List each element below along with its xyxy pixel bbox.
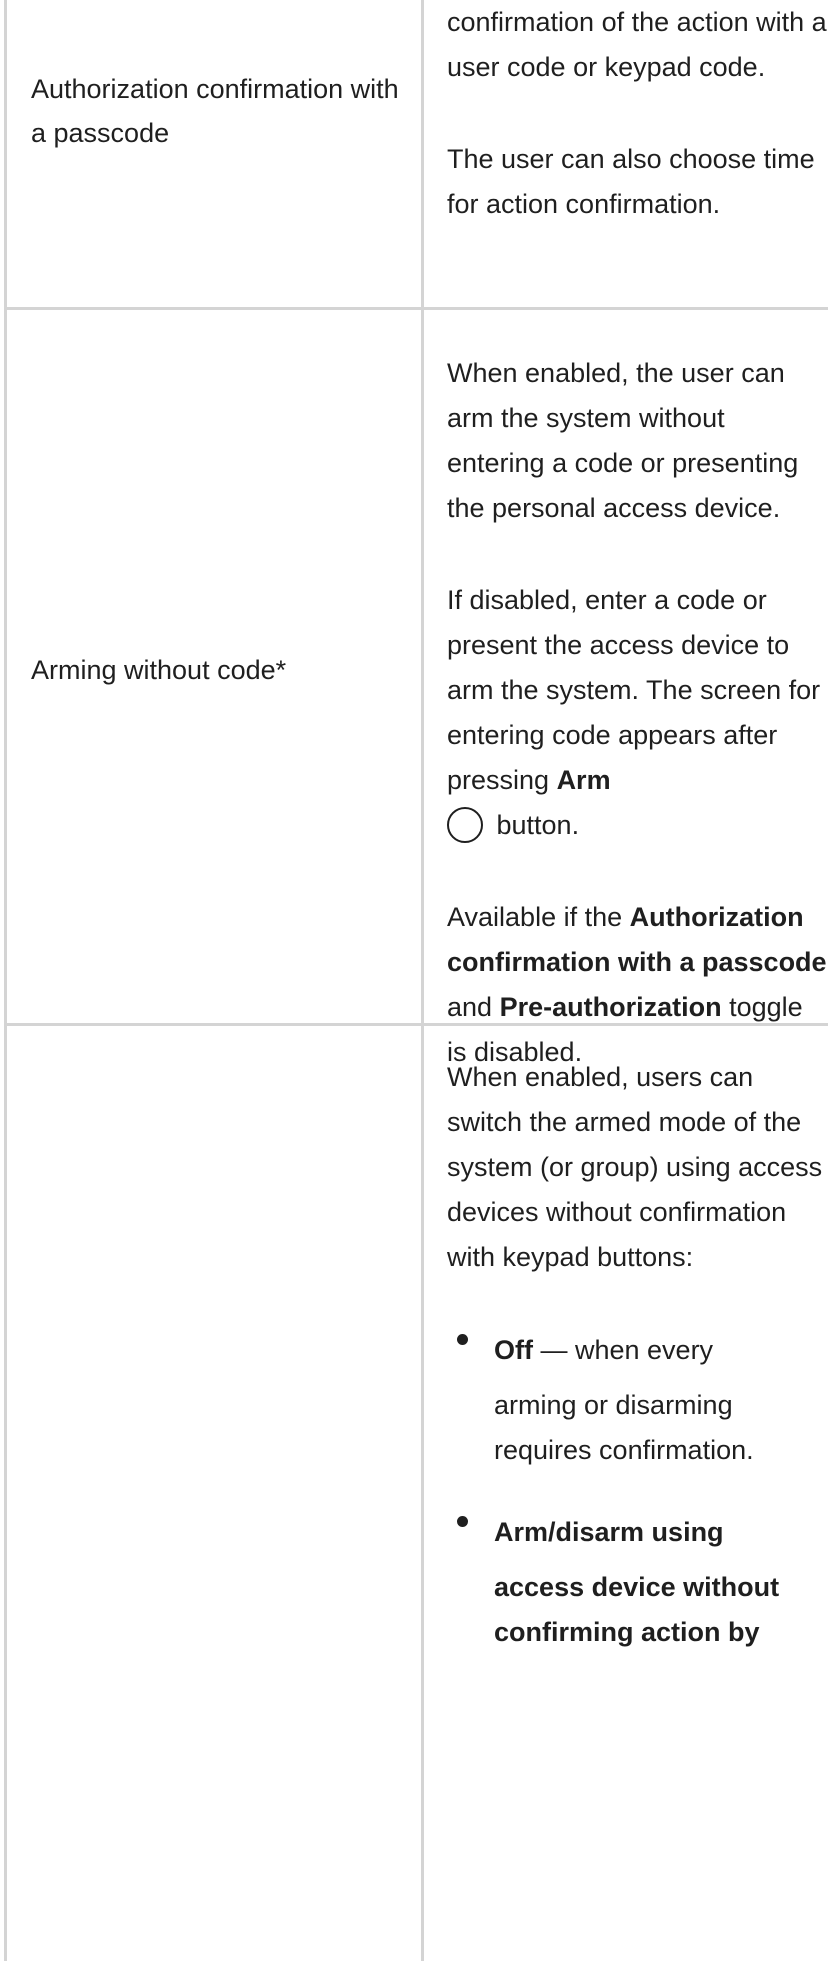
row-description-access-device-switching: When enabled, users can switch the armed… bbox=[447, 1055, 827, 1655]
option-name: Off bbox=[494, 1335, 533, 1365]
arm-circle-icon bbox=[447, 807, 483, 843]
table-column-divider bbox=[421, 0, 424, 1961]
text-run: — when every bbox=[532, 1335, 714, 1365]
row-divider bbox=[4, 307, 828, 310]
description-paragraph: When enabled, the user can arm the syste… bbox=[447, 358, 799, 523]
text-run: If disabled, enter a code or present the… bbox=[447, 585, 821, 795]
row-description-authorization-confirmation: confirmation of the action with a user c… bbox=[447, 0, 827, 227]
option-name: Arm/disarm using bbox=[494, 1517, 724, 1547]
option-name-continued: access device without confirming action … bbox=[494, 1572, 780, 1647]
description-paragraph: The user can also choose time for action… bbox=[447, 144, 815, 219]
settings-table: Authorization confirmation with a passco… bbox=[0, 0, 828, 1961]
row-label-arming-without-code: Arming without code* bbox=[31, 655, 287, 685]
arm-label: Arm bbox=[556, 765, 611, 795]
option-description: arming or disarming requires confirmatio… bbox=[494, 1390, 754, 1465]
row-label-authorization-confirmation: Authorization confirmation with a passco… bbox=[31, 74, 399, 148]
text-run: button. bbox=[489, 810, 580, 840]
list-item: Arm/disarm using access device without c… bbox=[447, 1499, 827, 1655]
row-description-arming-without-code: When enabled, the user can arm the syste… bbox=[447, 351, 827, 1075]
list-item: Off — when every arming or disarming req… bbox=[447, 1317, 827, 1473]
description-paragraph: Available if the Authorization confirmat… bbox=[447, 895, 827, 1075]
bold-setting-name: Pre-authorization bbox=[499, 992, 722, 1022]
options-list: Off — when every arming or disarming req… bbox=[447, 1317, 827, 1655]
bullet-icon bbox=[457, 1334, 468, 1345]
bullet-icon bbox=[457, 1516, 468, 1527]
table-left-border bbox=[4, 0, 7, 1961]
option-first-line: Off — when every bbox=[494, 1317, 827, 1383]
description-paragraph: confirmation of the action with a user c… bbox=[447, 7, 827, 82]
description-paragraph: When enabled, users can switch the armed… bbox=[447, 1062, 823, 1272]
description-paragraph: If disabled, enter a code or present the… bbox=[447, 578, 827, 848]
text-run: and bbox=[447, 992, 500, 1022]
text-run: Available if the bbox=[447, 902, 630, 932]
